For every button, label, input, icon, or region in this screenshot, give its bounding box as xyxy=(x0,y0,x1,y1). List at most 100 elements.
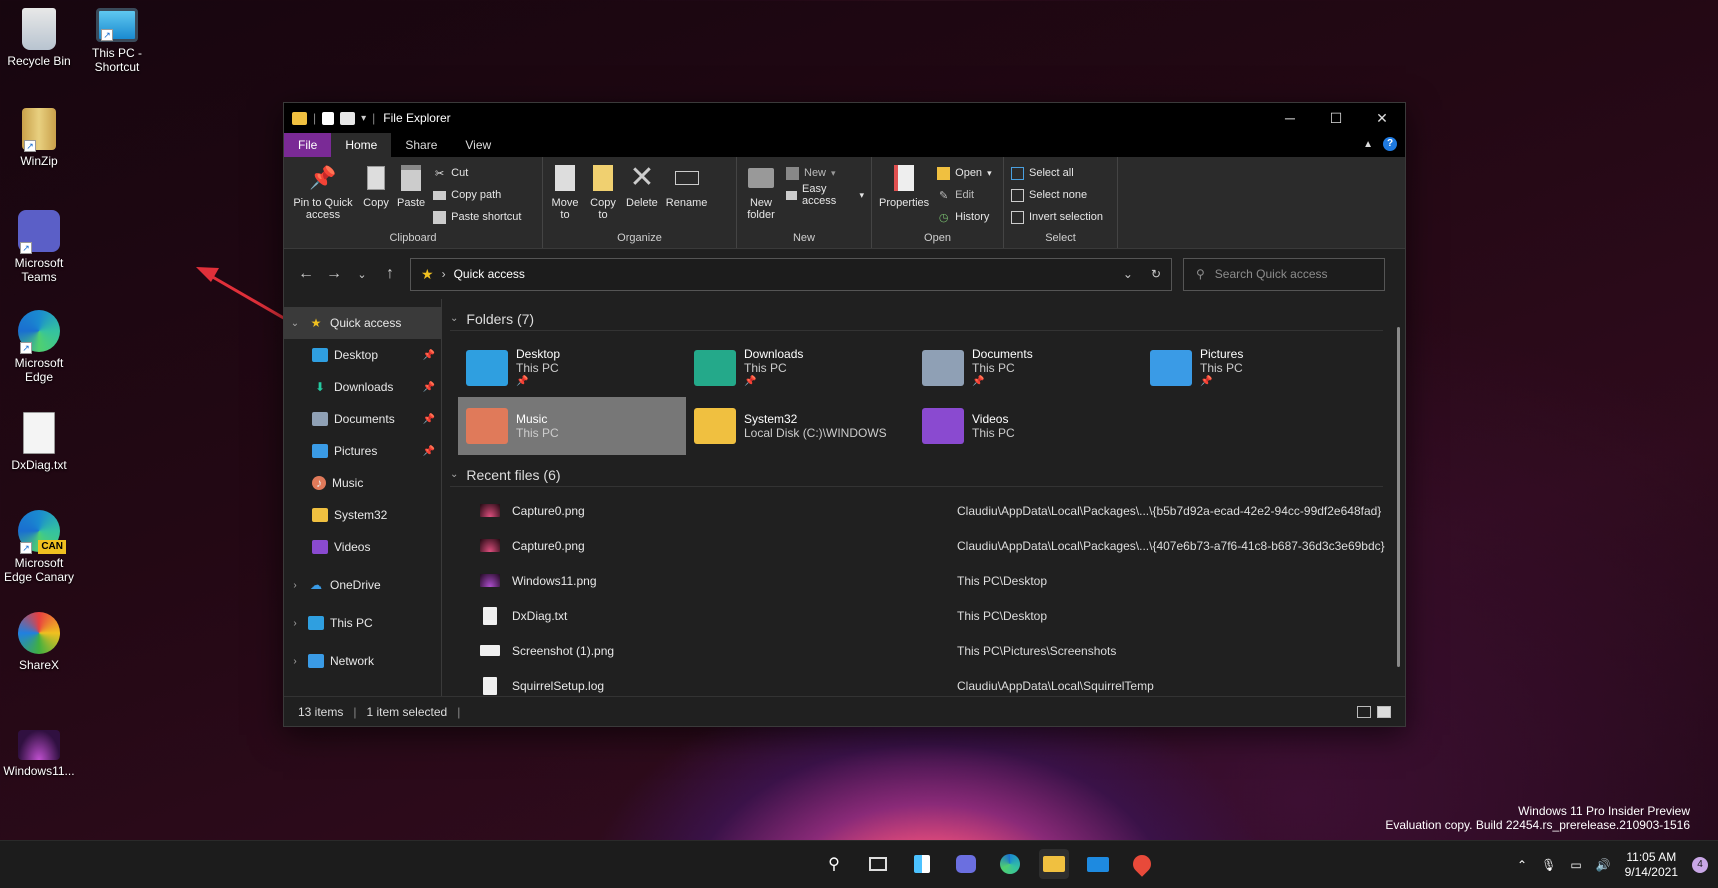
copy-button[interactable]: Copy xyxy=(360,159,392,213)
back-button[interactable]: ← xyxy=(292,260,320,288)
customize-toolbar-icon[interactable]: ▾ xyxy=(361,113,366,124)
content-pane[interactable]: ⌄ Folders (7) Desktop This PC 📌 Downloads Th… xyxy=(442,299,1405,696)
invert-selection-button[interactable]: Invert selection xyxy=(1008,207,1106,227)
notification-badge[interactable]: 4 xyxy=(1692,857,1708,873)
tab-file[interactable]: File xyxy=(284,133,332,157)
folder-tile-music[interactable]: Music This PC xyxy=(458,397,686,455)
maps-icon[interactable] xyxy=(1127,849,1157,879)
pin-to-quick-access-button[interactable]: 📌 Pin to Quick access xyxy=(288,159,358,225)
microphone-icon[interactable]: 🎙 xyxy=(1541,858,1556,872)
volume-icon[interactable]: 🔊 xyxy=(1596,858,1611,872)
rename-button[interactable]: Rename xyxy=(663,159,711,213)
mail-icon[interactable] xyxy=(1083,849,1113,879)
up-button[interactable]: ↑ xyxy=(376,260,404,288)
collapse-ribbon-icon[interactable]: ▲ xyxy=(1363,139,1373,150)
desktop-icon-edge-canary[interactable]: CAN ↗ Microsoft Edge Canary xyxy=(0,510,78,584)
nav-item-system32[interactable]: System32 xyxy=(284,499,441,531)
nav-item-videos[interactable]: Videos xyxy=(284,531,441,563)
desktop-icon-winzip[interactable]: ↗ WinZip xyxy=(0,108,78,168)
list-item[interactable]: Capture0.png Claudiu\AppData\Local\Packag… xyxy=(450,493,1397,528)
maximize-button[interactable]: ☐ xyxy=(1313,103,1359,133)
nav-item-desktop[interactable]: Desktop 📌 xyxy=(284,339,441,371)
address-path[interactable]: Quick access xyxy=(454,267,525,281)
properties-icon[interactable] xyxy=(322,111,335,125)
start-button[interactable] xyxy=(779,853,801,875)
nav-item-downloads[interactable]: ⬇ Downloads 📌 xyxy=(284,371,441,403)
desktop-icon-sharex[interactable]: ShareX xyxy=(0,612,78,672)
desktop-icon-windows11[interactable]: Windows11... xyxy=(0,722,78,778)
help-icon[interactable]: ? xyxy=(1383,137,1397,151)
nav-item-network[interactable]: › Network xyxy=(284,645,441,677)
desktop-icon-recycle-bin[interactable]: Recycle Bin xyxy=(0,8,78,68)
file-explorer-taskbar-icon[interactable] xyxy=(1039,849,1069,879)
large-icons-view-icon[interactable] xyxy=(1377,705,1391,718)
recent-files-section-header[interactable]: ⌄ Recent files (6) xyxy=(450,463,1383,487)
open-button[interactable]: Open ▾ xyxy=(934,163,994,183)
chat-icon[interactable] xyxy=(951,849,981,879)
network-icon[interactable]: ▭ xyxy=(1570,858,1581,872)
pin-icon: 📌 xyxy=(422,445,435,457)
desktop-icon-this-pc[interactable]: ↗ This PC - Shortcut xyxy=(78,8,156,74)
desktop-icon-edge[interactable]: ↗ Microsoft Edge xyxy=(0,310,78,384)
select-all-button[interactable]: Select all xyxy=(1008,163,1106,183)
nav-item-music[interactable]: ♪ Music xyxy=(284,467,441,499)
desktop-icon-dxdiag[interactable]: DxDiag.txt xyxy=(0,412,78,472)
folder-tile-videos[interactable]: Videos This PC xyxy=(914,397,1142,455)
folder-tile-documents[interactable]: Documents This PC 📌 xyxy=(914,339,1142,397)
search-icon[interactable]: ⚲ xyxy=(819,849,849,879)
cut-button[interactable]: ✂ Cut xyxy=(430,163,524,183)
list-item[interactable]: Capture0.png Claudiu\AppData\Local\Packag… xyxy=(450,528,1397,563)
recent-locations-button[interactable]: ⌄ xyxy=(348,260,376,288)
nav-item-this-pc[interactable]: › This PC xyxy=(284,607,441,639)
address-dropdown-icon[interactable]: ⌄ xyxy=(1123,267,1133,281)
select-none-button[interactable]: Select none xyxy=(1008,185,1106,205)
easy-access-button[interactable]: Easy access ▾ xyxy=(783,183,867,207)
paste-shortcut-button[interactable]: Paste shortcut xyxy=(430,207,524,227)
list-item[interactable]: Screenshot (1).png This PC\Pictures\Scree… xyxy=(450,633,1397,668)
edge-icon[interactable] xyxy=(995,849,1025,879)
folders-section-header[interactable]: ⌄ Folders (7) xyxy=(450,307,1383,331)
nav-item-documents[interactable]: Documents 📌 xyxy=(284,403,441,435)
move-to-button[interactable]: Move to xyxy=(547,159,583,225)
nav-item-pictures[interactable]: Pictures 📌 xyxy=(284,435,441,467)
title-bar[interactable]: | ▾ | File Explorer ─ ☐ ✕ xyxy=(284,103,1405,133)
nav-item-quick-access[interactable]: ⌄ ★ Quick access xyxy=(284,307,441,339)
delete-button[interactable]: ✕ Delete xyxy=(623,159,661,213)
history-button[interactable]: ◷ History xyxy=(934,207,994,227)
clock[interactable]: 11:05 AM 9/14/2021 xyxy=(1625,850,1678,880)
tab-home[interactable]: Home xyxy=(331,133,392,157)
folder-tile-system32[interactable]: System32 Local Disk (C:)\WINDOWS xyxy=(686,397,914,455)
file-explorer-window[interactable]: | ▾ | File Explorer ─ ☐ ✕ File Home Shar… xyxy=(283,102,1406,727)
edit-button[interactable]: ✎ Edit xyxy=(934,185,994,205)
copy-path-button[interactable]: Copy path xyxy=(430,185,524,205)
list-item[interactable]: DxDiag.txt This PC\Desktop xyxy=(450,598,1397,633)
task-view-icon[interactable] xyxy=(863,849,893,879)
folder-tile-desktop[interactable]: Desktop This PC 📌 xyxy=(458,339,686,397)
new-item-button[interactable]: New ▾ xyxy=(783,163,867,183)
refresh-icon[interactable]: ↻ xyxy=(1151,267,1161,281)
desktop-icon-teams[interactable]: ↗ Microsoft Teams xyxy=(0,210,78,284)
show-hidden-icons-icon[interactable]: ⌃ xyxy=(1517,858,1527,872)
minimize-button[interactable]: ─ xyxy=(1267,103,1313,133)
close-button[interactable]: ✕ xyxy=(1359,103,1405,133)
nav-item-onedrive[interactable]: › ☁ OneDrive xyxy=(284,569,441,601)
list-item[interactable]: SquirrelSetup.log Claudiu\AppData\Local\S… xyxy=(450,668,1397,696)
tab-share[interactable]: Share xyxy=(391,133,451,157)
paste-button[interactable]: Paste xyxy=(394,159,428,213)
folder-tile-pictures[interactable]: Pictures This PC 📌 xyxy=(1142,339,1370,397)
new-folder-button[interactable]: New folder xyxy=(741,159,781,225)
list-item[interactable]: Windows11.png This PC\Desktop xyxy=(450,563,1397,598)
widgets-icon[interactable] xyxy=(907,849,937,879)
documents-icon xyxy=(312,412,328,426)
navigation-pane[interactable]: ⌄ ★ Quick access Desktop 📌 ⬇ Downloads 📌 Docu… xyxy=(284,299,442,696)
new-folder-icon[interactable] xyxy=(340,111,356,125)
search-input[interactable]: ⚲ Search Quick access xyxy=(1183,257,1385,291)
details-view-icon[interactable] xyxy=(1357,705,1371,718)
tab-view[interactable]: View xyxy=(451,133,505,157)
properties-button[interactable]: Properties xyxy=(876,159,932,213)
address-bar[interactable]: ★ › Quick access ⌄ ↻ xyxy=(410,257,1172,291)
copy-to-button[interactable]: Copy to xyxy=(585,159,621,225)
vertical-scrollbar[interactable] xyxy=(1397,327,1400,667)
folder-tile-downloads[interactable]: Downloads This PC 📌 xyxy=(686,339,914,397)
forward-button[interactable]: → xyxy=(320,260,348,288)
